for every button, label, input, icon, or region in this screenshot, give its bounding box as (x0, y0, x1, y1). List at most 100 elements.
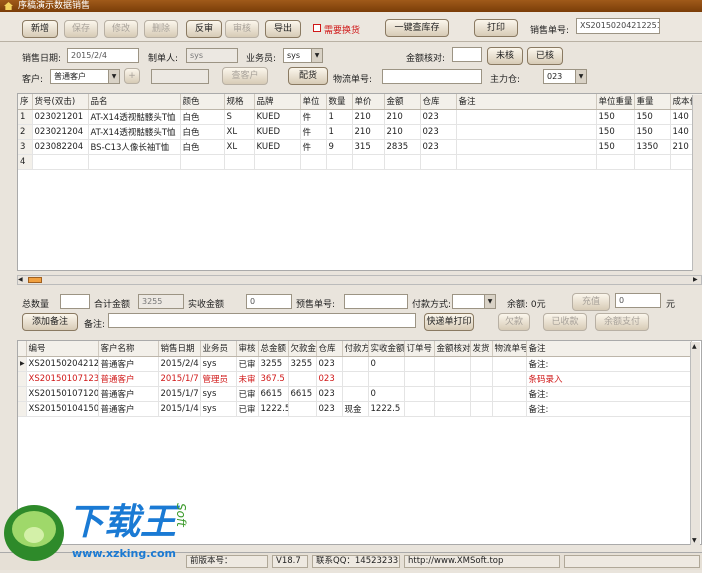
view-customer-button[interactable]: 查客户 (222, 67, 268, 85)
detail-vertical-scrollbar[interactable] (692, 95, 702, 271)
table-cell[interactable] (470, 356, 493, 372)
view-stock-button[interactable]: 一键查库存 (385, 19, 449, 37)
detail-grid[interactable]: 序货号(双击) 品名 颜色 规格 品牌 单位 数量 单价 金额 仓库 备注 单位重量 重量 成本价 1 02… (17, 93, 702, 271)
add-customer-button[interactable]: + (124, 68, 140, 84)
add-note-button[interactable]: 添加备注 (22, 313, 78, 331)
table-cell[interactable]: sys (200, 401, 237, 417)
audit-button[interactable]: 审核 (225, 20, 259, 38)
order-column-header[interactable]: 总金额 (258, 341, 289, 357)
table-cell[interactable]: 条码录入 (526, 371, 692, 387)
detail-column-header[interactable]: 规格 (224, 94, 255, 110)
table-cell[interactable]: 未审 (236, 371, 259, 387)
presale-field[interactable] (344, 294, 408, 309)
table-cell[interactable]: 1 (326, 124, 353, 140)
table-cell[interactable] (470, 401, 493, 417)
table-cell[interactable]: 已审 (236, 401, 259, 417)
detail-column-header[interactable]: 备注 (456, 94, 597, 110)
order-column-header[interactable]: 仓库 (316, 341, 343, 357)
order-column-header[interactable]: 编号 (26, 341, 99, 357)
unaudit-button[interactable]: 反审 (186, 20, 222, 38)
order-row[interactable]: ▶XS20150204212251 2普通客户2015/2/4sys已审3255… (18, 356, 692, 372)
table-cell[interactable] (368, 371, 405, 387)
table-cell[interactable]: 150 (634, 109, 671, 125)
add-button[interactable]: 新增 (22, 20, 58, 38)
table-cell[interactable]: 普通客户 (98, 401, 159, 417)
table-cell[interactable] (300, 154, 327, 170)
table-cell[interactable]: 普通客户 (98, 371, 159, 387)
table-cell[interactable]: 150 (596, 139, 635, 155)
table-cell[interactable]: 管理员 (200, 371, 237, 387)
table-cell[interactable]: 023 (316, 401, 343, 417)
unchecked-button[interactable]: 未核 (487, 47, 523, 65)
table-cell[interactable]: 白色 (180, 124, 225, 140)
table-cell[interactable]: 1350 (634, 139, 671, 155)
order-column-header[interactable]: 客户名称 (98, 341, 159, 357)
order-column-header[interactable]: 物流单号 (492, 341, 527, 357)
table-cell[interactable] (456, 124, 597, 140)
scroll-left-icon[interactable]: ◀ (18, 276, 26, 284)
payment-select[interactable]: ▼ (452, 294, 496, 309)
checked-button[interactable]: 已核 (527, 47, 563, 65)
scroll-thumb[interactable] (28, 277, 42, 283)
table-cell[interactable] (32, 154, 89, 170)
table-cell[interactable]: AT-X14透视骷髅头T恤 (88, 109, 181, 125)
table-cell[interactable]: S (224, 109, 255, 125)
table-cell[interactable]: BS-C13人像长袖T恤 (88, 139, 181, 155)
table-cell[interactable]: 白色 (180, 109, 225, 125)
detail-column-header[interactable]: 重量 (634, 94, 671, 110)
table-cell[interactable] (634, 154, 671, 170)
table-cell[interactable]: 023 (420, 139, 457, 155)
table-cell[interactable] (342, 371, 369, 387)
row-number[interactable]: 4 (18, 154, 33, 170)
table-cell[interactable] (434, 386, 471, 402)
need-swap-checkbox[interactable] (313, 24, 321, 32)
table-cell[interactable]: 2015/1/4 (158, 401, 201, 417)
table-cell[interactable] (420, 154, 457, 170)
row-number[interactable]: 2 (18, 124, 33, 140)
balance-pay-button[interactable]: 余额支付 (595, 313, 649, 331)
table-cell[interactable]: 023 (316, 386, 343, 402)
table-cell[interactable]: 150 (596, 124, 635, 140)
order-column-header[interactable]: 金额核对 (434, 341, 471, 357)
scroll-up-icon[interactable]: ▲ (692, 343, 697, 350)
table-cell[interactable]: 1 (326, 109, 353, 125)
scroll-down-icon[interactable]: ▼ (692, 537, 697, 544)
table-cell[interactable]: 210 (352, 124, 385, 140)
order-vertical-scrollbar[interactable]: ▲ ▼ (690, 342, 700, 545)
table-cell[interactable]: 1222.5 (368, 401, 405, 417)
table-cell[interactable] (288, 401, 317, 417)
table-cell[interactable]: 367.5 (258, 371, 289, 387)
table-cell[interactable]: 备注: (526, 401, 692, 417)
table-cell[interactable] (404, 371, 435, 387)
detail-column-header[interactable]: 金额 (384, 94, 421, 110)
table-cell[interactable] (492, 371, 527, 387)
table-cell[interactable]: 2015/1/7 (158, 386, 201, 402)
detail-column-header[interactable]: 数量 (326, 94, 353, 110)
delete-button[interactable]: 删除 (144, 20, 178, 38)
order-column-header[interactable]: 订单号 (404, 341, 435, 357)
table-cell[interactable]: KUED (254, 124, 301, 140)
scroll-right-icon[interactable]: ▶ (693, 276, 701, 284)
table-cell[interactable] (404, 386, 435, 402)
table-cell[interactable]: 备注: (526, 356, 692, 372)
table-cell[interactable] (492, 356, 527, 372)
edit-button[interactable]: 修改 (104, 20, 138, 38)
table-cell[interactable] (180, 154, 225, 170)
table-cell[interactable]: 0 (368, 386, 405, 402)
table-cell[interactable] (254, 154, 301, 170)
table-cell[interactable]: 6615 (258, 386, 289, 402)
amount-check-field[interactable] (452, 47, 482, 62)
table-cell[interactable]: 白色 (180, 139, 225, 155)
print-button[interactable]: 打印 (474, 19, 518, 37)
table-cell[interactable]: 023 (420, 109, 457, 125)
table-cell[interactable]: XL (224, 139, 255, 155)
detail-column-header[interactable]: 序 (18, 94, 33, 110)
table-cell[interactable]: 023 (316, 356, 343, 372)
salesman-select[interactable]: sys ▼ (283, 48, 323, 63)
express-print-button[interactable]: 快递单打印 (424, 313, 474, 331)
table-cell[interactable] (470, 371, 493, 387)
collected-button[interactable]: 已收款 (543, 313, 587, 331)
date-field[interactable]: 2015/2/4 (67, 48, 139, 63)
table-cell[interactable]: 023 (316, 371, 343, 387)
table-cell[interactable]: 备注: (526, 386, 692, 402)
